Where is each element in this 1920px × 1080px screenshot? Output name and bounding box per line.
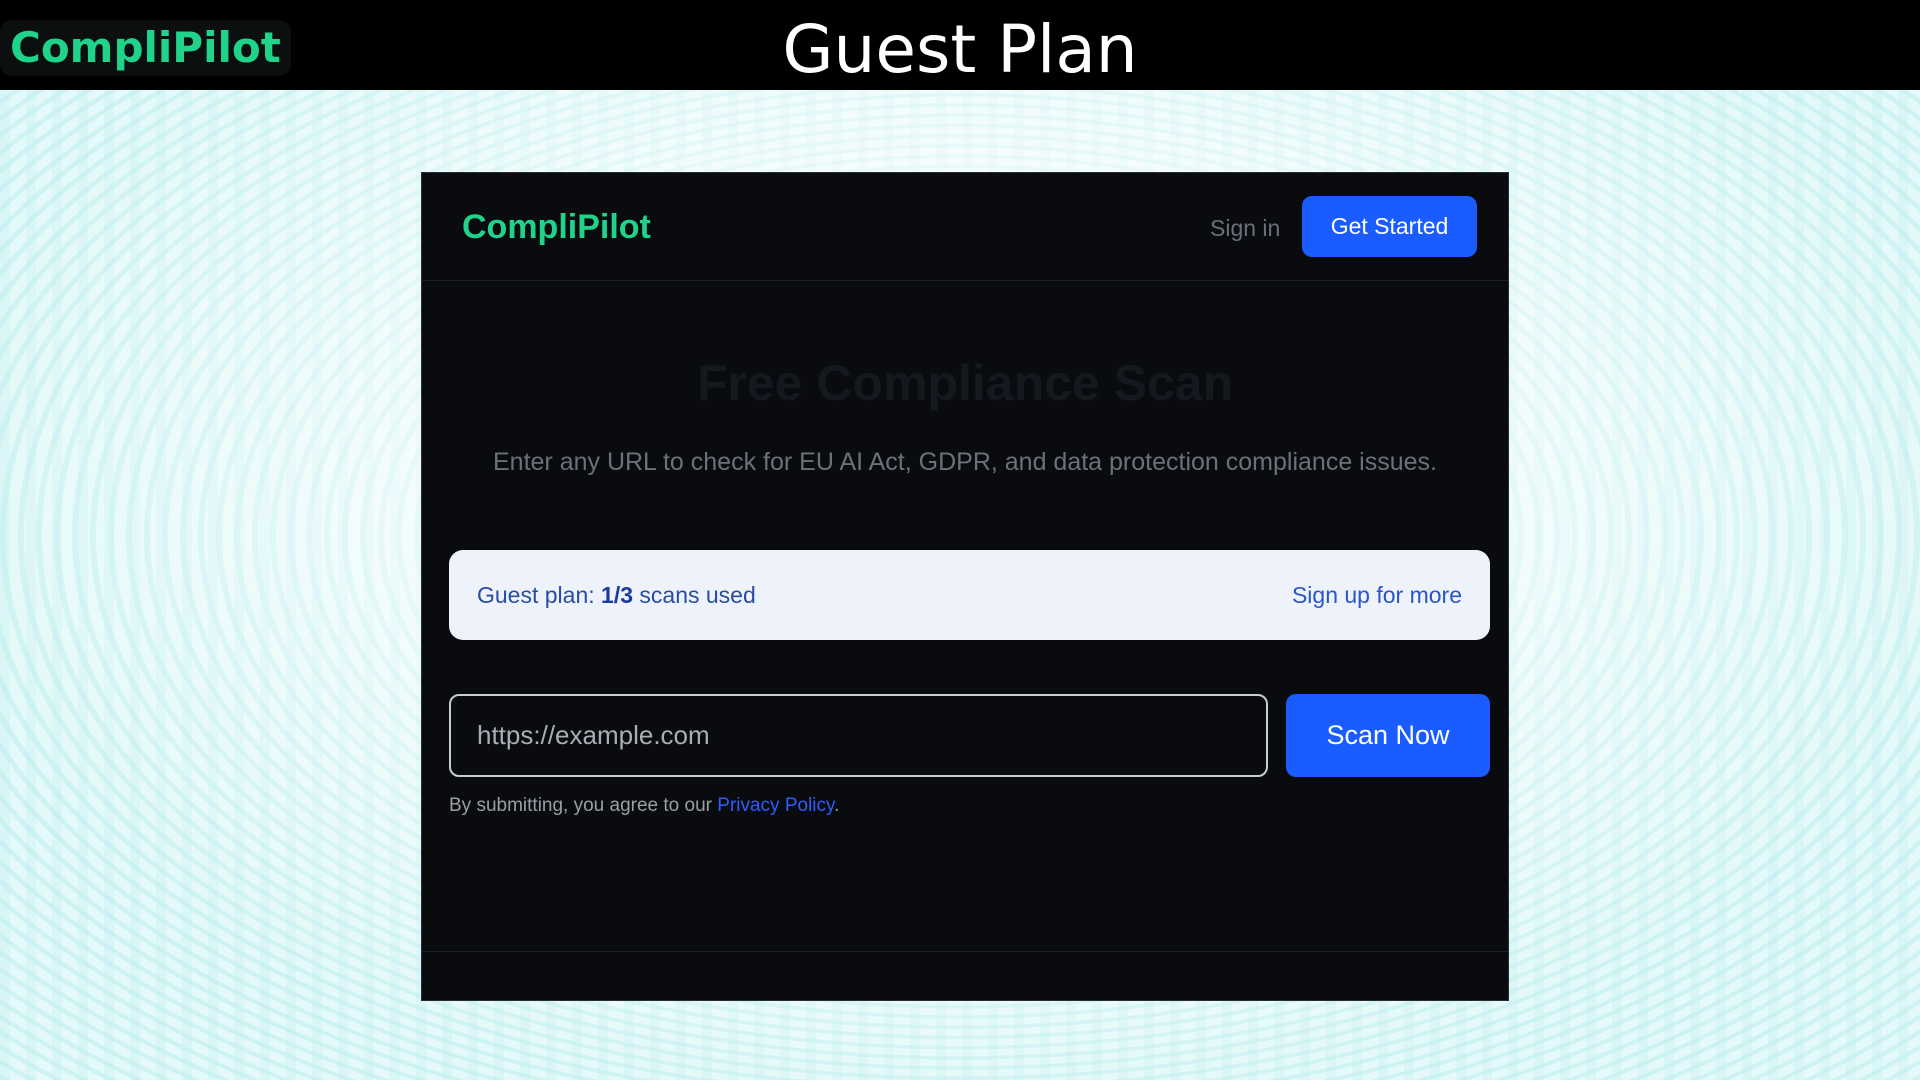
slide-header: CompliPilot Guest Plan — [0, 0, 1920, 90]
hero-title: Free Compliance Scan — [696, 355, 1234, 411]
url-input[interactable] — [449, 694, 1268, 777]
footer-divider — [422, 951, 1508, 952]
hero-subtitle: Enter any URL to check for EU AI Act, GD… — [493, 448, 1437, 476]
app-screenshot: CompliPilot Sign in Get Started Free Com… — [421, 172, 1509, 1001]
plan-usage-count: 1/3 — [601, 582, 634, 608]
sign-up-link[interactable]: Sign up for more — [1292, 578, 1462, 612]
guest-plan-banner: Guest plan: 1/3 scans used Sign up for m… — [449, 550, 1490, 640]
agreement-text: By submitting, you agree to our Privacy … — [449, 791, 839, 821]
plan-usage-suffix: scans used — [633, 582, 756, 608]
agreement-suffix: . — [834, 795, 840, 816]
privacy-policy-link[interactable]: Privacy Policy — [717, 795, 834, 816]
get-started-button[interactable]: Get Started — [1302, 196, 1477, 257]
sign-in-link[interactable]: Sign in — [1210, 211, 1280, 245]
plan-usage-text: Guest plan: 1/3 scans used — [477, 578, 756, 612]
agreement-prefix: By submitting, you agree to our — [449, 795, 718, 816]
app-logo[interactable]: CompliPilot — [462, 205, 651, 249]
app-header: CompliPilot Sign in Get Started — [422, 173, 1508, 281]
plan-usage-prefix: Guest plan: — [477, 582, 602, 608]
slide-title: Guest Plan — [782, 11, 1138, 88]
scan-now-button[interactable]: Scan Now — [1286, 694, 1490, 777]
